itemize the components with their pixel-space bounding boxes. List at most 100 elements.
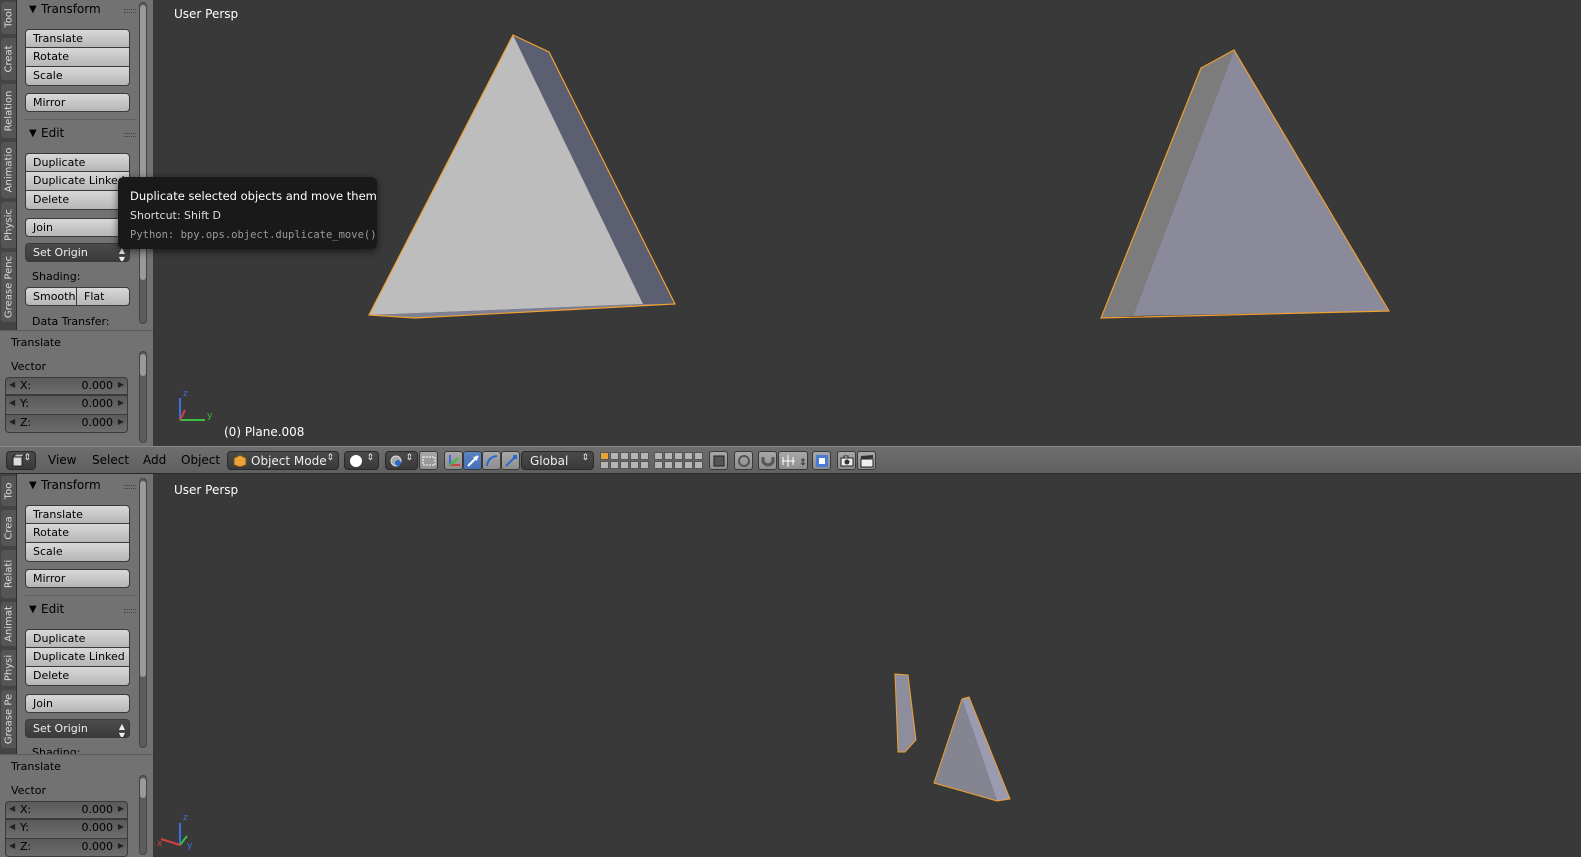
layers-group-2[interactable] bbox=[654, 452, 703, 469]
increment-arrow-icon[interactable]: ▶ bbox=[118, 841, 124, 850]
rotate-button[interactable]: Rotate bbox=[25, 48, 130, 67]
decrement-arrow-icon[interactable]: ◀ bbox=[9, 417, 15, 426]
rotate-manipulator-button[interactable] bbox=[482, 451, 501, 470]
mode-dropdown[interactable]: Object Mode ⇕ bbox=[227, 451, 339, 470]
scale-button[interactable]: Scale bbox=[25, 67, 130, 86]
layer-lock-icon bbox=[713, 455, 725, 467]
opengl-animation-button[interactable] bbox=[857, 451, 876, 470]
tab-grease-pencil[interactable]: Grease Penc bbox=[1, 252, 16, 322]
dropdown-arrow-icon: ▲ ▼ bbox=[118, 722, 125, 738]
decrement-arrow-icon[interactable]: ◀ bbox=[9, 822, 15, 831]
tab-tools[interactable]: Tool bbox=[1, 2, 16, 34]
tab-tools[interactable]: Too bbox=[1, 476, 16, 506]
wedge-triangle-object[interactable] bbox=[933, 696, 1011, 802]
viewport-bottom[interactable]: User Persp z y x bbox=[153, 474, 1581, 857]
snap-toggle[interactable] bbox=[758, 451, 777, 470]
pyramid-left-object[interactable] bbox=[368, 34, 676, 319]
transform-orientation-dropdown[interactable]: Global ⇕ bbox=[521, 451, 594, 470]
flat-button[interactable]: Flat bbox=[77, 287, 130, 306]
vector-z-field[interactable]: ◀ Z: 0.000 ▶ bbox=[5, 415, 128, 433]
set-origin-dropdown[interactable]: Set Origin ▲ ▼ bbox=[25, 243, 130, 262]
tab-grease-pencil[interactable]: Grease Pe bbox=[1, 690, 16, 748]
pivot-point-dropdown[interactable]: ⇕ bbox=[385, 451, 418, 470]
scrollbar-thumb[interactable] bbox=[140, 481, 146, 677]
vector-y-field[interactable]: ◀ Y: 0.000 ▶ bbox=[5, 395, 128, 415]
increment-arrow-icon[interactable]: ▶ bbox=[118, 417, 124, 426]
tab-relations[interactable]: Relation bbox=[1, 84, 16, 138]
decrement-arrow-icon[interactable]: ◀ bbox=[9, 398, 15, 407]
join-button[interactable]: Join bbox=[25, 218, 130, 237]
tab-physics[interactable]: Physic bbox=[1, 202, 16, 248]
lock-camera-layers-button[interactable] bbox=[709, 451, 728, 470]
mirror-button[interactable]: Mirror bbox=[25, 93, 130, 112]
menu-view[interactable]: View bbox=[48, 453, 76, 467]
vector-y-field[interactable]: ◀ Y: 0.000 ▶ bbox=[5, 819, 128, 839]
menu-add[interactable]: Add bbox=[143, 453, 166, 467]
mirror-button[interactable]: Mirror bbox=[25, 569, 130, 588]
transform-panel-header[interactable]: ▼ Transform bbox=[17, 476, 139, 496]
scrollbar-thumb[interactable] bbox=[140, 778, 146, 798]
delete-button[interactable]: Delete bbox=[25, 667, 130, 686]
scrollbar-thumb[interactable] bbox=[140, 354, 146, 376]
edit-panel-header[interactable]: ▼ Edit bbox=[17, 124, 139, 144]
duplicate-linked-button[interactable]: Duplicate Linked bbox=[25, 172, 130, 191]
proportional-edit-button[interactable] bbox=[734, 451, 753, 470]
tool-shelf-scrollbar[interactable] bbox=[139, 2, 147, 324]
increment-arrow-icon[interactable]: ▶ bbox=[118, 822, 124, 831]
delete-button[interactable]: Delete bbox=[25, 191, 130, 210]
dropdown-arrow-icon: ⇕ bbox=[23, 453, 31, 463]
translate-manipulator-button[interactable] bbox=[463, 451, 482, 470]
opengl-render-button[interactable] bbox=[837, 451, 856, 470]
layers-group-1[interactable] bbox=[600, 452, 649, 469]
pivot-align-button[interactable] bbox=[419, 451, 438, 470]
increment-arrow-icon[interactable]: ▶ bbox=[118, 380, 124, 389]
duplicate-button[interactable]: Duplicate bbox=[25, 629, 130, 648]
drag-grip-icon[interactable] bbox=[124, 485, 136, 489]
tab-create[interactable]: Crea bbox=[1, 510, 16, 546]
rotate-button[interactable]: Rotate bbox=[25, 524, 130, 543]
drag-grip-icon[interactable] bbox=[124, 609, 136, 613]
tool-shelf-scrollbar[interactable] bbox=[139, 478, 147, 748]
svg-text:x: x bbox=[157, 839, 163, 849]
tab-create[interactable]: Creat bbox=[1, 38, 16, 80]
duplicate-linked-button[interactable]: Duplicate Linked bbox=[25, 648, 130, 667]
menu-object[interactable]: Object bbox=[181, 453, 220, 467]
tab-animation[interactable]: Animatio bbox=[1, 142, 16, 198]
smooth-button[interactable]: Smooth bbox=[25, 287, 77, 306]
data-transfer-label: Data Transfer: bbox=[32, 315, 110, 328]
vector-x-field[interactable]: ◀ X: 0.000 ▶ bbox=[5, 801, 128, 819]
manipulator-toggle[interactable] bbox=[444, 451, 463, 470]
drag-grip-icon[interactable] bbox=[124, 133, 136, 137]
editor-type-button[interactable]: ⇕ bbox=[6, 451, 36, 470]
drag-grip-icon[interactable] bbox=[124, 9, 136, 13]
decrement-arrow-icon[interactable]: ◀ bbox=[9, 380, 15, 389]
menu-select[interactable]: Select bbox=[92, 453, 129, 467]
edit-panel-header[interactable]: ▼ Edit bbox=[17, 600, 139, 620]
wedge-small-object[interactable] bbox=[894, 673, 917, 753]
vector-x-field[interactable]: ◀ X: 0.000 ▶ bbox=[5, 377, 128, 395]
scale-button[interactable]: Scale bbox=[25, 543, 130, 562]
pyramid-right-object[interactable] bbox=[1100, 49, 1391, 319]
decrement-arrow-icon[interactable]: ◀ bbox=[9, 841, 15, 850]
scale-manipulator-button[interactable] bbox=[501, 451, 520, 470]
duplicate-button[interactable]: Duplicate bbox=[25, 153, 130, 172]
increment-arrow-icon[interactable]: ▶ bbox=[118, 398, 124, 407]
tab-physics[interactable]: Physi bbox=[1, 650, 16, 686]
operator-panel-scrollbar[interactable] bbox=[139, 775, 147, 855]
set-origin-dropdown[interactable]: Set Origin ▲ ▼ bbox=[25, 719, 130, 738]
increment-arrow-icon[interactable]: ▶ bbox=[118, 804, 124, 813]
render-layer-button[interactable] bbox=[812, 451, 831, 470]
tab-animation[interactable]: Animat bbox=[1, 602, 16, 646]
tab-relations[interactable]: Relati bbox=[1, 550, 16, 598]
vector-z-field[interactable]: ◀ Z: 0.000 ▶ bbox=[5, 839, 128, 857]
render-icon bbox=[816, 455, 828, 467]
snap-element-dropdown[interactable]: ⇕ bbox=[778, 451, 808, 470]
viewport-shading-dropdown[interactable]: ⇕ bbox=[344, 451, 379, 470]
operator-panel-scrollbar[interactable] bbox=[139, 351, 147, 443]
translate-button[interactable]: Translate bbox=[25, 505, 130, 524]
decrement-arrow-icon[interactable]: ◀ bbox=[9, 804, 15, 813]
operator-panel: Translate Vector ◀ X: 0.000 ▶ ◀ Y: 0.000… bbox=[0, 754, 153, 857]
transform-panel-header[interactable]: ▼ Transform bbox=[17, 0, 139, 20]
join-button[interactable]: Join bbox=[25, 694, 130, 713]
translate-button[interactable]: Translate bbox=[25, 29, 130, 48]
